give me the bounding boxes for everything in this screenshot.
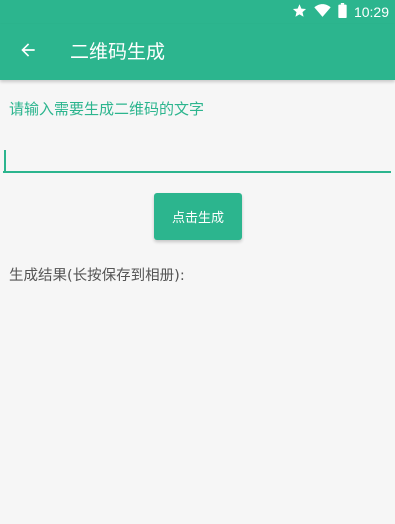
result-label: 生成结果(长按保存到相册): bbox=[9, 268, 185, 284]
status-bar: 10:29 bbox=[0, 0, 395, 24]
generate-button[interactable]: 点击生成 bbox=[154, 193, 242, 240]
qr-result-area[interactable] bbox=[0, 290, 395, 524]
arrow-left-icon bbox=[18, 40, 38, 64]
back-button[interactable] bbox=[14, 38, 42, 66]
star-icon bbox=[292, 3, 307, 22]
input-prompt-label: 请输入需要生成二维码的文字 bbox=[9, 100, 205, 118]
status-icons: 10:29 bbox=[292, 2, 389, 22]
battery-icon bbox=[338, 2, 347, 22]
app-bar: 二维码生成 bbox=[0, 24, 395, 80]
status-time: 10:29 bbox=[353, 4, 389, 20]
page-title: 二维码生成 bbox=[70, 41, 166, 63]
qr-text-input[interactable] bbox=[3, 141, 391, 173]
text-caret bbox=[4, 150, 6, 171]
wifi-icon bbox=[314, 3, 331, 22]
